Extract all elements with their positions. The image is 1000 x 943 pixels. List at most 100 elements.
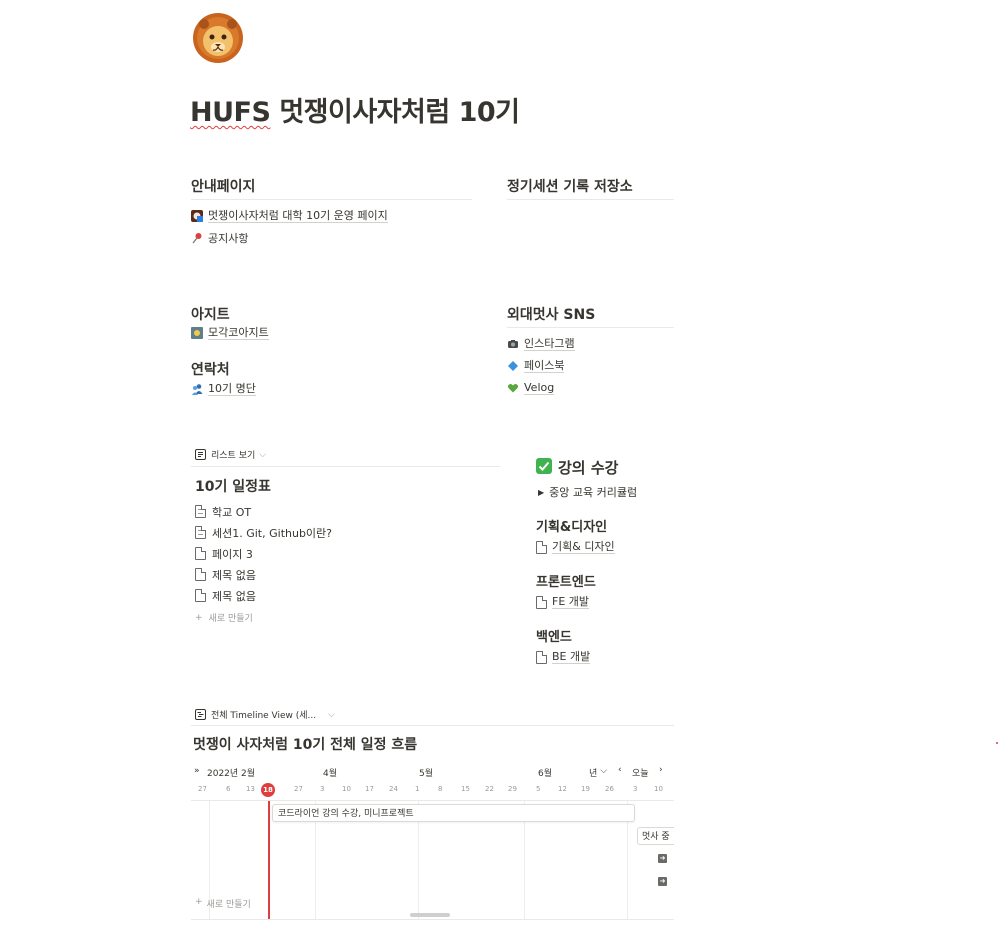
timeline-view-icon xyxy=(195,708,207,721)
timeline-scale-label: 년 xyxy=(589,769,598,779)
timeline-day: 17 xyxy=(365,785,374,793)
sns-divider xyxy=(507,327,674,328)
timeline-prev-button[interactable]: ‹ xyxy=(618,765,622,775)
list-item[interactable]: 학교 OT xyxy=(195,501,251,522)
timeline-side-label: 멋사 중 xyxy=(642,832,670,842)
list-view-label: 리스트 보기 xyxy=(211,451,256,461)
velog-label: Velog xyxy=(524,381,555,395)
page-link-icon xyxy=(536,650,547,664)
timeline-day: 6 xyxy=(226,785,231,793)
list-item-label: 세션1. Git, Github이란? xyxy=(212,526,333,540)
list-item[interactable]: 페이지 3 xyxy=(195,543,253,564)
contact-heading: 연락처 xyxy=(191,362,230,378)
document-icon xyxy=(195,526,206,539)
timeline-view-tab[interactable]: 전체 Timeline View (세... ⌵ xyxy=(195,708,335,721)
timeline-expand-button[interactable]: » xyxy=(194,766,200,776)
link-frontend[interactable]: FE 개발 xyxy=(536,592,590,612)
timeline-day: 22 xyxy=(485,785,494,793)
link-facebook[interactable]: 페이스북 xyxy=(507,356,565,376)
sns-heading-text: 외대멋사 SNS xyxy=(507,307,596,323)
timeline-day: 1 xyxy=(415,785,420,793)
link-backend[interactable]: BE 개발 xyxy=(536,647,591,667)
arrow-right-icon[interactable]: ➜ xyxy=(658,854,667,863)
timeline-grid[interactable]: 코드라이언 강의 수강, 미니프로젝트 멋사 중 ➜ ➜ + 새로 만들기 xyxy=(191,800,674,920)
planning-design-label: 기획& 디자인 xyxy=(552,540,615,554)
page-title-prefix: HUFS xyxy=(190,97,271,128)
timeline-today-marker: 18 xyxy=(261,783,275,797)
list-item-label: 페이지 3 xyxy=(212,547,253,561)
timeline-month-jun: 6월 xyxy=(538,769,553,779)
list-item[interactable]: 세션1. Git, Github이란? xyxy=(195,522,332,543)
list-new-button[interactable]: + 새로 만들기 xyxy=(195,607,253,628)
timeline-day: 15 xyxy=(461,785,470,793)
timeline-day: 27 xyxy=(294,785,303,793)
page-icon xyxy=(195,568,206,581)
link-operation-page[interactable]: 멋쟁이사자처럼 대학 10기 운영 페이지 xyxy=(191,206,388,226)
mogakco-label: 모각코아지트 xyxy=(208,326,269,340)
timeline-side-item[interactable]: 멋사 중 xyxy=(637,827,674,845)
page-title-rest: 멋쟁이사자처럼 10기 xyxy=(270,97,520,128)
people-icon xyxy=(191,383,203,395)
timeline-day: 26 xyxy=(605,785,614,793)
sessions-heading: 정기세션 기록 저장소 xyxy=(507,179,633,195)
list-item[interactable]: 제목 없음 xyxy=(195,585,256,606)
instagram-label: 인스타그램 xyxy=(524,337,575,351)
link-notice[interactable]: 공지사항 xyxy=(191,228,248,248)
list-item[interactable]: 제목 없음 xyxy=(195,564,256,585)
plus-icon: + xyxy=(195,897,203,907)
chevron-down-icon: ⌵ xyxy=(600,766,608,776)
list-view-tab[interactable]: 리스트 보기 ⌵ xyxy=(195,448,266,461)
list-view-icon xyxy=(195,448,207,461)
timeline-day: 19 xyxy=(581,785,590,793)
timeline-day: 3 xyxy=(633,785,638,793)
timeline-scale-select[interactable]: 년 ⌵ xyxy=(589,766,607,779)
link-member-list[interactable]: 10기 명단 xyxy=(191,379,256,399)
green-heart-icon xyxy=(507,382,519,394)
sessions-divider xyxy=(507,199,674,200)
list-item-label: 제목 없음 xyxy=(212,568,256,582)
courses-heading-text: 강의 수강 xyxy=(558,459,619,477)
today-line xyxy=(268,801,270,919)
timeline-day: 5 xyxy=(536,785,541,793)
timeline-bar[interactable]: 코드라이언 강의 수강, 미니프로젝트 xyxy=(272,804,635,822)
arrow-right-icon[interactable]: ➜ xyxy=(658,877,667,886)
agit-heading: 아지트 xyxy=(191,307,230,323)
toggle-triangle-icon: ▶ xyxy=(538,487,545,497)
camera-icon xyxy=(507,338,519,350)
timeline-year-month: 2022년 2월 xyxy=(207,769,256,779)
timeline-next-button[interactable]: › xyxy=(659,765,663,775)
list-item-label: 학교 OT xyxy=(212,505,252,519)
member-list-label: 10기 명단 xyxy=(208,382,256,396)
check-mark-icon xyxy=(536,457,552,478)
chevron-down-icon: ⌵ xyxy=(259,449,267,460)
page-title[interactable]: HUFS 멋쟁이사자처럼 10기 xyxy=(190,90,520,129)
planning-design-heading: 기획&디자인 xyxy=(536,520,608,535)
backend-label: BE 개발 xyxy=(552,650,591,664)
timeline-day: 27 xyxy=(198,785,207,793)
page-icon-lion[interactable] xyxy=(190,10,246,66)
link-planning-design[interactable]: 기획& 디자인 xyxy=(536,537,615,557)
page-icon xyxy=(195,589,206,602)
link-velog[interactable]: Velog xyxy=(507,378,555,398)
horizontal-scrollbar[interactable] xyxy=(410,913,450,917)
schedule-title[interactable]: 10기 일정표 xyxy=(195,476,271,496)
timeline-bar-label: 코드라이언 강의 수강, 미니프로젝트 xyxy=(278,809,414,819)
timeline-day: 29 xyxy=(508,785,517,793)
list-view-divider xyxy=(191,466,500,467)
timeline-today-button[interactable]: 오늘 xyxy=(632,766,649,779)
timeline-view-label: 전체 Timeline View (세... xyxy=(211,711,317,721)
timeline-month-apr: 4월 xyxy=(323,769,338,779)
timeline-title[interactable]: 멋쟁이 사자처럼 10기 전체 일정 흐름 xyxy=(193,734,417,754)
guide-heading: 안내페이지 xyxy=(191,179,256,195)
page-icon xyxy=(195,547,206,560)
timeline-view-divider xyxy=(191,725,674,726)
link-instagram[interactable]: 인스타그램 xyxy=(507,334,575,354)
facebook-label: 페이스북 xyxy=(524,359,565,373)
backend-heading: 백엔드 xyxy=(536,630,572,645)
link-mogakco[interactable]: 모각코아지트 xyxy=(191,323,269,343)
plus-icon: + xyxy=(195,612,203,623)
timeline-new-button[interactable]: + 새로 만들기 xyxy=(195,897,251,910)
timeline-day: 3 xyxy=(320,785,325,793)
curriculum-toggle[interactable]: ▶ 중앙 교육 커리큘럼 xyxy=(538,482,637,502)
courses-heading: 강의 수강 xyxy=(536,457,618,478)
